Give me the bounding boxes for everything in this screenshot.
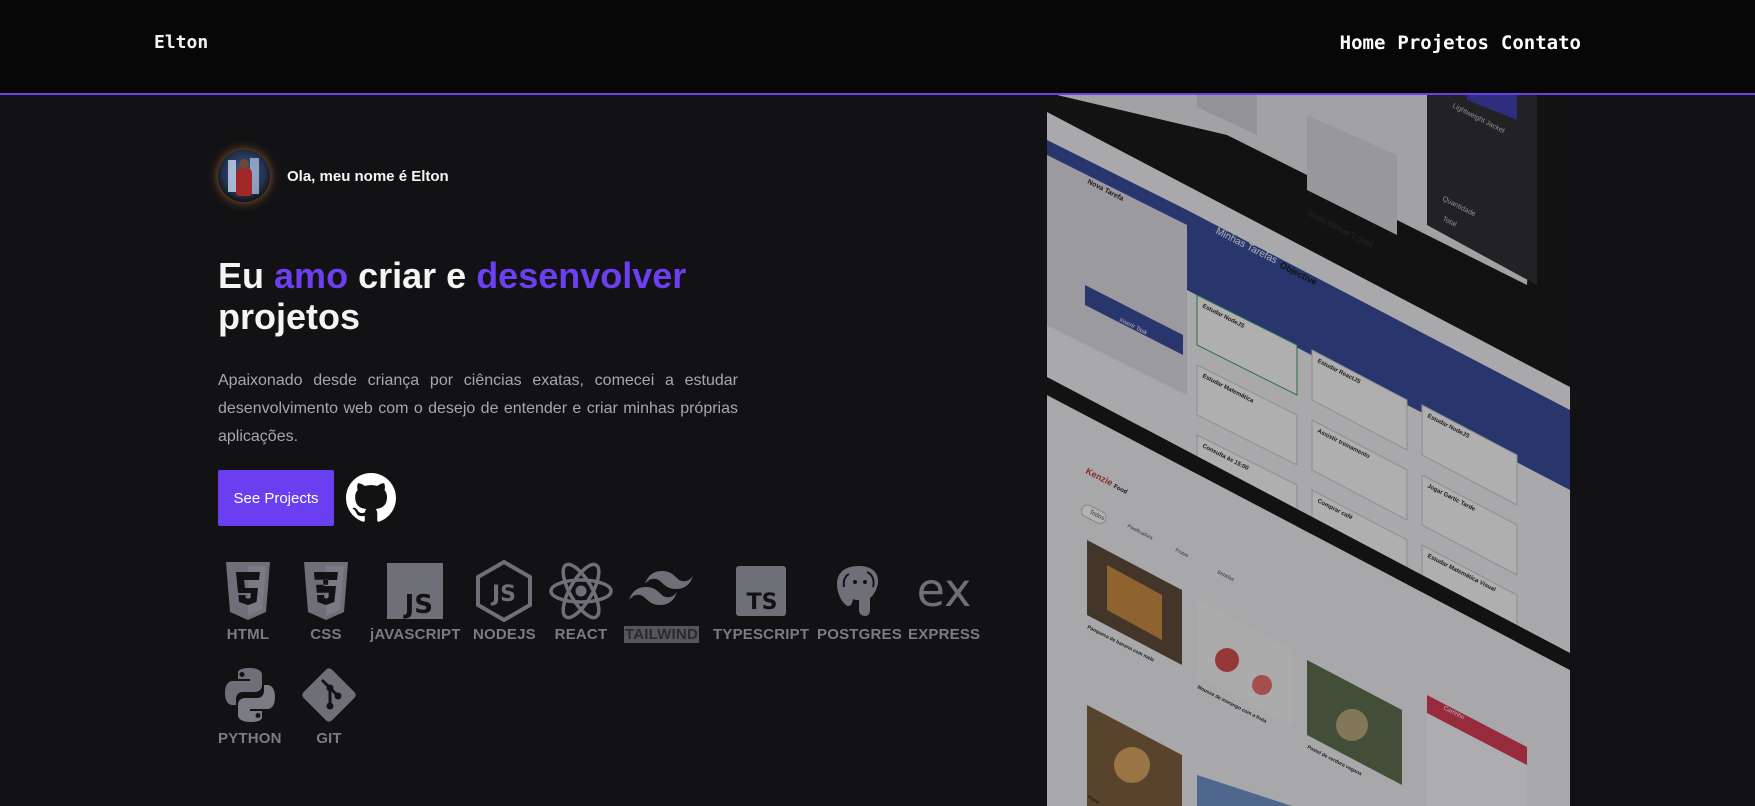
nav-home-link[interactable]: Home (1340, 32, 1386, 54)
svg-text:JS: JS (490, 582, 516, 607)
skill-label: CSS (310, 626, 342, 643)
skill-label: NODEJS (473, 626, 536, 643)
python-icon (221, 664, 279, 726)
skill-html: HTML (224, 560, 272, 643)
css3-icon (302, 560, 350, 622)
navbar: Elton Home Projetos Contato (0, 0, 1755, 95)
skill-label: POSTGRES (817, 626, 902, 643)
skill-typescript: TS TYPESCRIPT (713, 560, 809, 643)
headline: Eu amo criar e desenvolver projetos (218, 255, 758, 337)
skill-label: REACT (554, 626, 608, 643)
skill-label: PYTHON (218, 730, 282, 747)
skill-label: GIT (316, 730, 342, 747)
skill-nodejs: JS NODEJS (473, 560, 536, 643)
skill-label: jAVASCRIPT (370, 626, 461, 643)
nav-projetos-link[interactable]: Projetos (1397, 32, 1489, 54)
tailwind-icon (628, 560, 694, 622)
skill-express: ex EXPRESS (908, 560, 980, 643)
see-projects-button[interactable]: See Projects (218, 470, 334, 526)
headline-word: projetos (218, 296, 361, 337)
express-icon: ex (911, 560, 977, 622)
skill-label: TAILWIND (624, 626, 699, 643)
skill-python: PYTHON (218, 664, 282, 747)
projects-collage: Short-Sleeve T-Shirt Champion Packable J… (1047, 95, 1570, 806)
html5-icon (224, 560, 272, 622)
git-icon (300, 664, 358, 726)
skill-react: REACT (548, 560, 614, 643)
svg-text:JS: JS (403, 590, 433, 619)
skill-label: TYPESCRIPT (713, 626, 810, 643)
skill-git: GIT (300, 664, 358, 747)
postgres-icon (831, 560, 887, 622)
skill-tailwind: TAILWIND (624, 560, 699, 643)
skill-label: HTML (226, 626, 270, 643)
headline-accent-word: amo (274, 255, 349, 296)
github-icon[interactable] (346, 473, 396, 523)
brand-link[interactable]: Elton (154, 32, 208, 53)
svg-text:ex: ex (917, 568, 972, 614)
react-icon (548, 560, 614, 622)
bio-text: Apaixonado desde criança por ciências ex… (218, 372, 738, 445)
nodejs-icon: JS (475, 560, 533, 622)
avatar (218, 150, 270, 202)
skill-label: EXPRESS (908, 626, 981, 643)
typescript-icon: TS (736, 560, 787, 622)
nav-contato-link[interactable]: Contato (1501, 32, 1581, 54)
skill-javascript: JS jAVASCRIPT (370, 560, 461, 643)
skill-css: CSS (302, 560, 350, 643)
headline-word: Eu (218, 255, 265, 296)
greeting: Ola, meu nome é Elton (287, 168, 449, 185)
svg-text:TS: TS (747, 590, 778, 615)
skill-postgres: POSTGRES (817, 560, 902, 643)
headline-word: criar e (358, 255, 467, 296)
nav-links: Home Projetos Contato (1340, 32, 1581, 54)
projects-preview-image: Short-Sleeve T-Shirt Champion Packable J… (1047, 95, 1570, 806)
headline-accent-word: desenvolver (476, 255, 687, 296)
javascript-icon: JS (387, 560, 444, 622)
